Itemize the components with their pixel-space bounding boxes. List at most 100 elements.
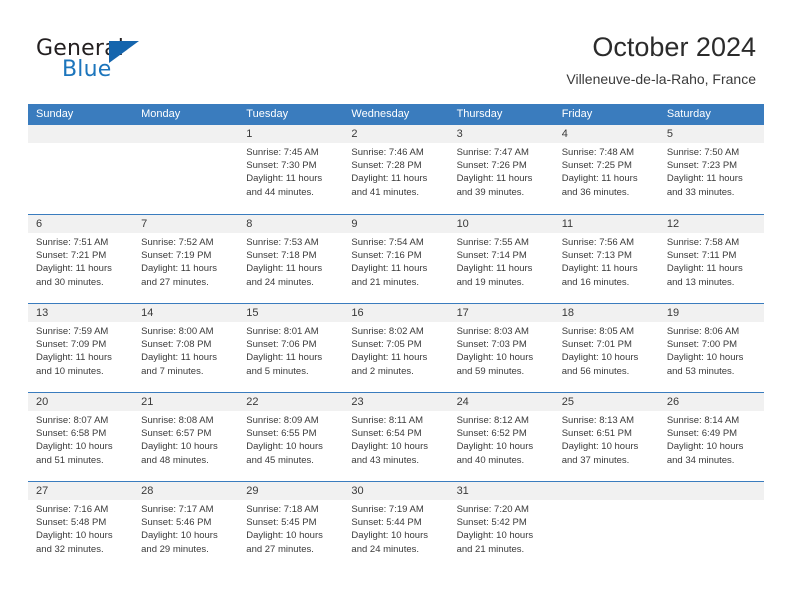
day-number: 12 [658,215,764,233]
sunrise-text: Sunrise: 7:20 AM [456,504,529,515]
day-details: Sunrise: 7:47 AM Sunset: 7:26 PM Dayligh… [449,143,554,199]
day-number: 17 [448,304,554,322]
day-cell[interactable]: 26 Sunrise: 8:14 AM Sunset: 6:49 PM Dayl… [658,393,764,481]
day-cell[interactable]: 6 Sunrise: 7:51 AM Sunset: 7:21 PM Dayli… [28,215,134,303]
sunset-text: Sunset: 7:16 PM [351,250,422,262]
sunset-text: Sunset: 7:18 PM [246,250,317,262]
daylight-text-line1: Daylight: 11 hours [141,263,218,275]
day-cell[interactable]: 17 Sunrise: 8:03 AM Sunset: 7:03 PM Dayl… [448,304,554,392]
day-number [133,125,239,143]
day-number: 5 [658,125,764,143]
sunset-text: Sunset: 7:08 PM [141,339,212,351]
sunset-text: Sunset: 6:57 PM [141,428,212,440]
day-number: 18 [553,304,659,322]
daylight-text-line1: Daylight: 11 hours [351,263,428,275]
sunset-text: Sunset: 7:26 PM [456,160,527,172]
day-cell[interactable]: 24 Sunrise: 8:12 AM Sunset: 6:52 PM Dayl… [448,393,554,481]
week-row: 6 Sunrise: 7:51 AM Sunset: 7:21 PM Dayli… [28,214,764,303]
daylight-text-line1: Daylight: 11 hours [666,173,743,185]
day-details [133,143,238,146]
day-cell[interactable] [133,125,239,214]
day-details: Sunrise: 7:59 AM Sunset: 7:09 PM Dayligh… [28,322,133,378]
daylight-text-line1: Daylight: 10 hours [141,530,218,542]
day-cell[interactable] [28,125,134,214]
sunset-text: Sunset: 6:52 PM [456,428,527,440]
sunrise-text: Sunrise: 7:56 AM [561,237,635,248]
daylight-text-line2: and 44 minutes. [246,186,314,198]
sunrise-text: Sunrise: 7:17 AM [141,504,214,515]
day-details: Sunrise: 8:02 AM Sunset: 7:05 PM Dayligh… [343,322,448,378]
sunset-text: Sunset: 7:06 PM [246,339,317,351]
day-cell[interactable]: 11 Sunrise: 7:56 AM Sunset: 7:13 PM Dayl… [553,215,659,303]
daylight-text-line2: and 37 minutes. [561,454,630,466]
sunset-text: Sunset: 7:01 PM [561,339,632,351]
day-cell[interactable]: 12 Sunrise: 7:58 AM Sunset: 7:11 PM Dayl… [658,215,764,303]
sunset-text: Sunset: 7:11 PM [666,250,737,262]
day-cell[interactable]: 27 Sunrise: 7:16 AM Sunset: 5:48 PM Dayl… [28,482,134,573]
sunrise-text: Sunrise: 8:13 AM [561,415,635,426]
daylight-text-line1: Daylight: 10 hours [456,441,534,453]
daylight-text-line2: and 10 minutes. [36,365,104,377]
day-cell[interactable]: 29 Sunrise: 7:18 AM Sunset: 5:45 PM Dayl… [238,482,344,573]
sunrise-text: Sunrise: 8:09 AM [246,415,319,426]
daylight-text-line2: and 40 minutes. [456,454,525,466]
day-number: 6 [28,215,134,233]
day-cell[interactable]: 21 Sunrise: 8:08 AM Sunset: 6:57 PM Dayl… [133,393,239,481]
sunrise-text: Sunrise: 7:54 AM [351,237,424,248]
day-cell[interactable]: 16 Sunrise: 8:02 AM Sunset: 7:05 PM Dayl… [343,304,449,392]
day-cell[interactable]: 19 Sunrise: 8:06 AM Sunset: 7:00 PM Dayl… [658,304,764,392]
day-cell[interactable]: 7 Sunrise: 7:52 AM Sunset: 7:19 PM Dayli… [133,215,239,303]
day-cell[interactable]: 14 Sunrise: 8:00 AM Sunset: 7:08 PM Dayl… [133,304,239,392]
day-number [658,482,764,500]
day-cell[interactable]: 5 Sunrise: 7:50 AM Sunset: 7:23 PM Dayli… [658,125,764,214]
sunrise-text: Sunrise: 7:59 AM [36,326,109,337]
day-cell[interactable]: 30 Sunrise: 7:19 AM Sunset: 5:44 PM Dayl… [343,482,449,573]
day-cell[interactable]: 4 Sunrise: 7:48 AM Sunset: 7:25 PM Dayli… [553,125,659,214]
sunset-text: Sunset: 7:30 PM [246,160,317,172]
daylight-text-line2: and 19 minutes. [456,276,525,288]
day-number [28,125,134,143]
day-details: Sunrise: 8:00 AM Sunset: 7:08 PM Dayligh… [133,322,238,378]
daylight-text-line2: and 16 minutes. [561,276,630,288]
day-cell[interactable]: 1 Sunrise: 7:45 AM Sunset: 7:30 PM Dayli… [238,125,344,214]
day-cell[interactable] [553,482,659,573]
day-details: Sunrise: 8:05 AM Sunset: 7:01 PM Dayligh… [554,322,659,378]
day-cell[interactable]: 20 Sunrise: 8:07 AM Sunset: 6:58 PM Dayl… [28,393,134,481]
day-cell[interactable]: 18 Sunrise: 8:05 AM Sunset: 7:01 PM Dayl… [553,304,659,392]
sunset-text: Sunset: 7:05 PM [351,339,422,351]
sunset-text: Sunset: 6:51 PM [561,428,632,440]
day-cell[interactable]: 8 Sunrise: 7:53 AM Sunset: 7:18 PM Dayli… [238,215,344,303]
daylight-text-line1: Daylight: 10 hours [666,352,744,364]
calendar-grid: Sunday Monday Tuesday Wednesday Thursday… [28,104,764,573]
sunset-text: Sunset: 6:54 PM [351,428,422,440]
day-cell[interactable]: 10 Sunrise: 7:55 AM Sunset: 7:14 PM Dayl… [448,215,554,303]
daylight-text-line1: Daylight: 11 hours [141,352,218,364]
day-cell[interactable]: 13 Sunrise: 7:59 AM Sunset: 7:09 PM Dayl… [28,304,134,392]
day-cell[interactable]: 23 Sunrise: 8:11 AM Sunset: 6:54 PM Dayl… [343,393,449,481]
page-header: General Blue October 2024 Villeneuve-de-… [0,0,792,100]
daylight-text-line2: and 27 minutes. [246,543,314,555]
day-cell[interactable]: 28 Sunrise: 7:17 AM Sunset: 5:46 PM Dayl… [133,482,239,573]
general-blue-logo[interactable]: General Blue [36,36,166,86]
sunrise-text: Sunrise: 7:55 AM [456,237,529,248]
sunrise-text: Sunrise: 8:11 AM [351,415,424,426]
day-cell[interactable]: 22 Sunrise: 8:09 AM Sunset: 6:55 PM Dayl… [238,393,344,481]
day-cell[interactable]: 3 Sunrise: 7:47 AM Sunset: 7:26 PM Dayli… [448,125,554,214]
page-title: October 2024 [592,32,756,62]
day-cell[interactable]: 2 Sunrise: 7:46 AM Sunset: 7:28 PM Dayli… [343,125,449,214]
sunset-text: Sunset: 7:14 PM [456,250,527,262]
day-cell[interactable]: 25 Sunrise: 8:13 AM Sunset: 6:51 PM Dayl… [553,393,659,481]
day-details: Sunrise: 7:20 AM Sunset: 5:42 PM Dayligh… [449,500,554,556]
day-number: 27 [28,482,134,500]
day-number: 13 [28,304,134,322]
day-number: 20 [28,393,134,411]
daylight-text-line2: and 39 minutes. [456,186,525,198]
daylight-text-line2: and 41 minutes. [351,186,420,198]
day-cell[interactable] [658,482,764,573]
weekday-header-saturday: Saturday [666,108,711,120]
day-cell[interactable]: 31 Sunrise: 7:20 AM Sunset: 5:42 PM Dayl… [448,482,554,573]
day-number: 15 [238,304,344,322]
day-cell[interactable]: 9 Sunrise: 7:54 AM Sunset: 7:16 PM Dayli… [343,215,449,303]
day-cell[interactable]: 15 Sunrise: 8:01 AM Sunset: 7:06 PM Dayl… [238,304,344,392]
sunrise-text: Sunrise: 8:02 AM [351,326,424,337]
